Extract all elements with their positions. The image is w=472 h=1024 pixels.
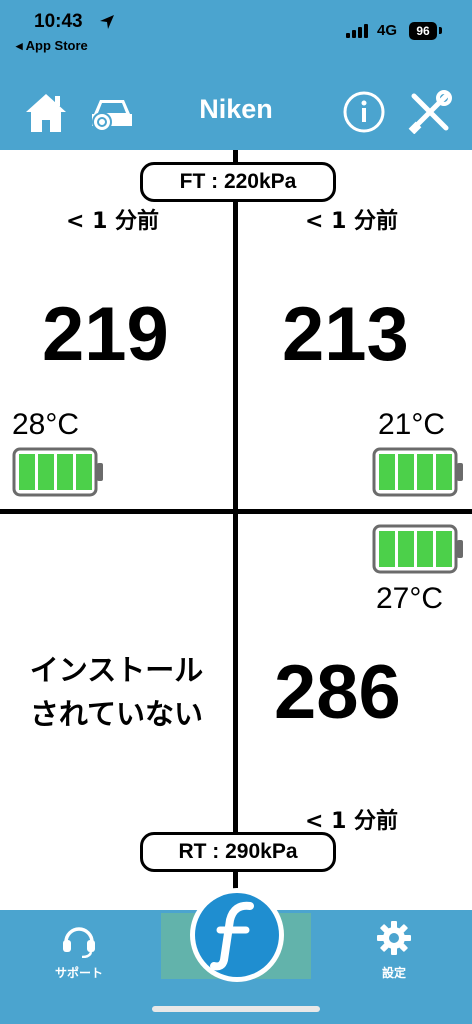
- headset-icon[interactable]: [60, 920, 98, 958]
- home-indicator: [152, 1006, 320, 1012]
- back-to-app-store-link[interactable]: ◂ App Store: [16, 38, 88, 54]
- battery-indicator: 96: [409, 22, 437, 40]
- battery-nub: [439, 27, 442, 34]
- rear-right-pressure: 286: [274, 650, 401, 735]
- front-target-pressure: FT : 220kPa: [140, 162, 336, 202]
- status-time: 10:43: [34, 11, 83, 32]
- network-type: 4G: [377, 22, 398, 39]
- location-arrow-icon: [100, 15, 114, 29]
- tab-support-label[interactable]: サポート: [40, 964, 118, 981]
- rear-left-status: インストール されていない: [0, 648, 233, 736]
- front-left-updated: < 1 分前: [66, 209, 160, 234]
- rear-left-status-line1: インストール: [29, 653, 204, 687]
- gear-icon[interactable]: [376, 920, 412, 956]
- vertical-divider: [233, 150, 238, 910]
- tools-icon[interactable]: [406, 90, 454, 134]
- info-icon[interactable]: [340, 90, 388, 134]
- status-bar: 10:43 ◂ App Store 4G 96: [0, 0, 472, 60]
- rear-right-temperature: 27°C: [376, 582, 444, 615]
- tab-settings-label[interactable]: 設定: [364, 964, 424, 981]
- front-left-temperature: 28°C: [12, 408, 80, 441]
- logo-f-icon[interactable]: [188, 886, 286, 984]
- front-right-pressure: 213: [282, 292, 409, 377]
- app-title: Niken: [199, 94, 273, 124]
- battery-icon: [372, 524, 463, 574]
- front-right-updated: < 1 分前: [305, 209, 399, 234]
- battery-icon: [372, 447, 463, 497]
- nav-bar: Niken: [0, 60, 472, 150]
- rear-left-status-line2: されていない: [29, 697, 204, 731]
- front-right-temperature: 21°C: [378, 408, 446, 441]
- front-left-pressure: 219: [42, 292, 169, 377]
- battery-icon: [12, 447, 103, 497]
- rear-right-updated: < 1 分前: [305, 809, 399, 834]
- horizontal-divider: [0, 509, 472, 514]
- rear-target-pressure: RT : 290kPa: [140, 832, 336, 872]
- signal-icon: [346, 24, 372, 38]
